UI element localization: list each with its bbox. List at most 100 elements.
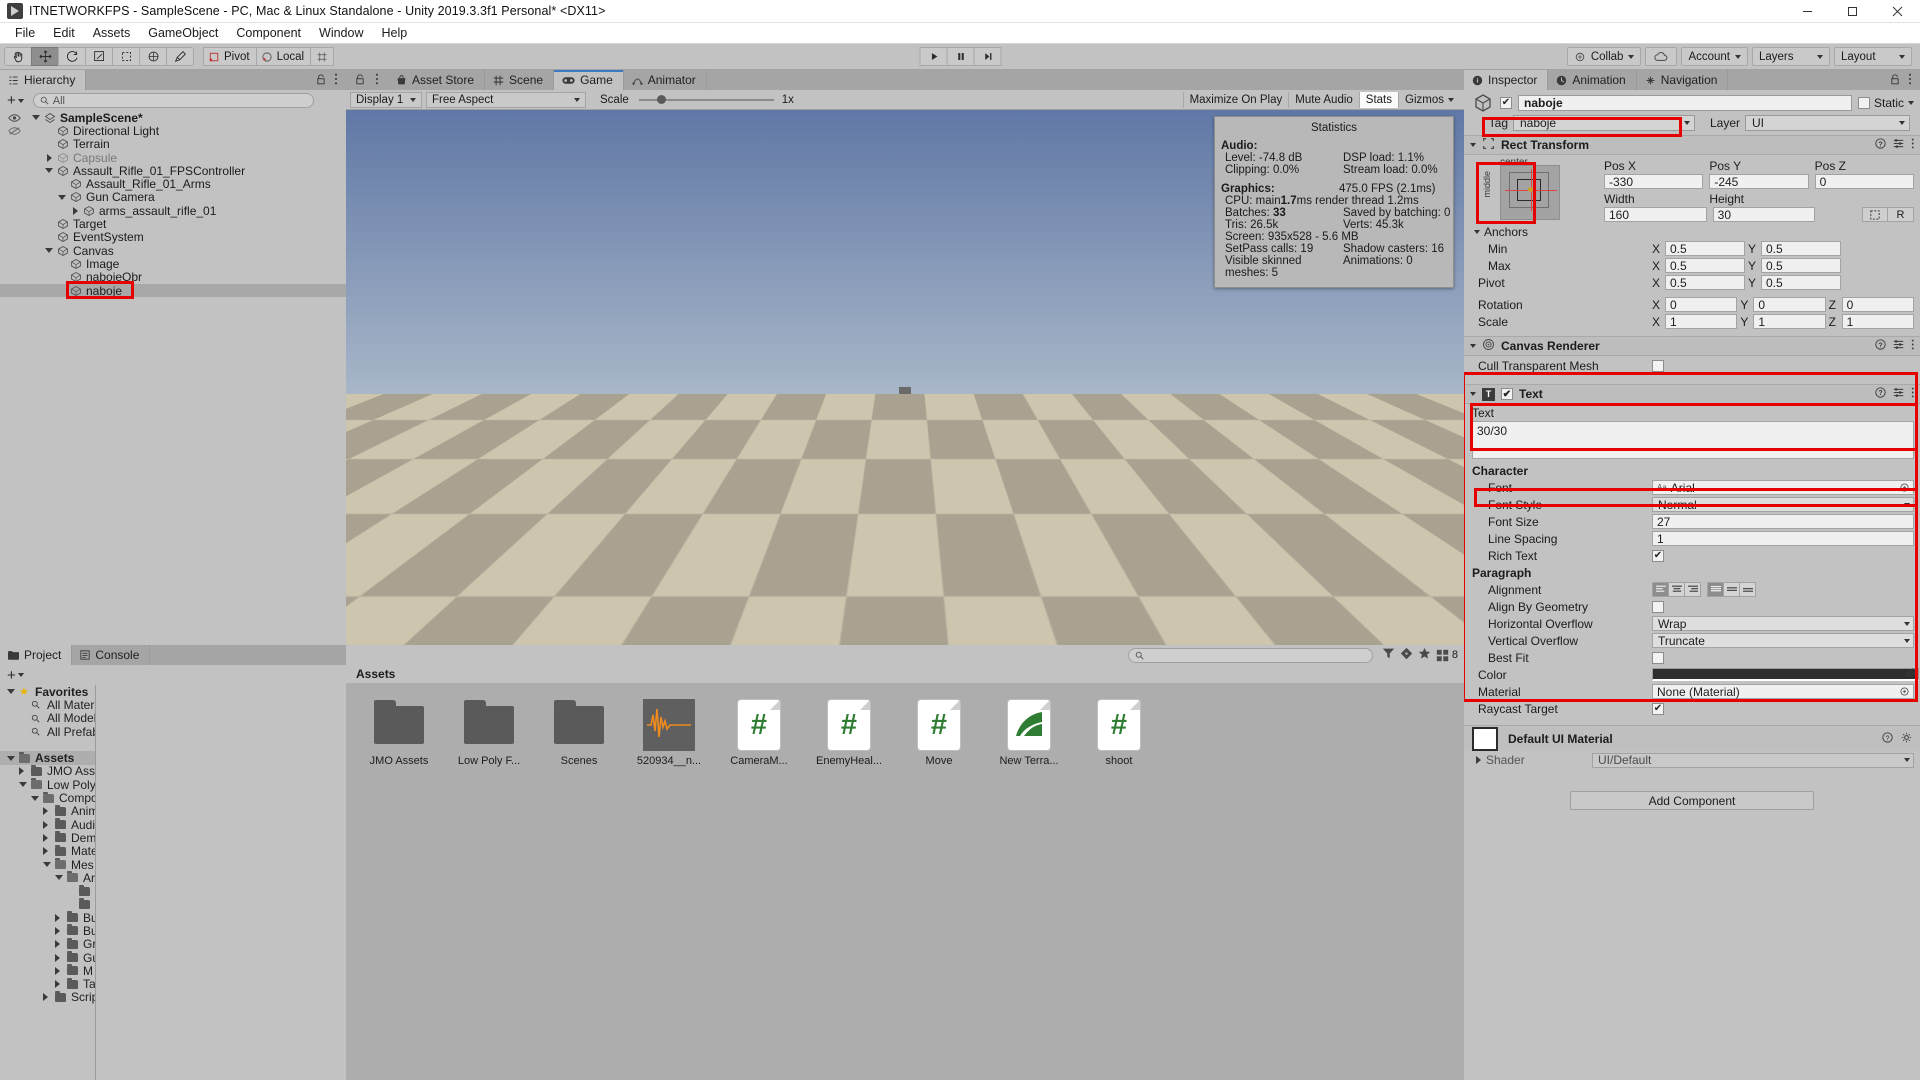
layout-button[interactable]: Layout	[1834, 47, 1912, 66]
static-toggle[interactable]: Static	[1858, 96, 1914, 110]
foldout-icon[interactable]	[43, 248, 55, 253]
foldout-icon[interactable]	[56, 195, 68, 200]
scale-y-input[interactable]: 1	[1753, 314, 1825, 329]
preset-icon[interactable]	[1893, 339, 1904, 353]
kebab-menu-icon[interactable]	[1911, 339, 1915, 353]
foldout-icon[interactable]	[69, 207, 81, 215]
project-search-input[interactable]	[1128, 648, 1373, 663]
project-tree-item-audi[interactable]: Audi	[0, 818, 95, 831]
add-component-button[interactable]: Add Component	[1570, 791, 1814, 810]
tab-game[interactable]: Game	[554, 70, 624, 90]
material-object-field[interactable]: None (Material)	[1652, 684, 1914, 699]
help-icon[interactable]: ?	[1875, 339, 1886, 353]
tag-dropdown[interactable]: naboje	[1513, 115, 1695, 131]
shader-dropdown[interactable]: UI/Default	[1592, 753, 1914, 768]
maximize-on-play-button[interactable]: Maximize On Play	[1183, 92, 1289, 108]
pos-z-input[interactable]: 0	[1815, 174, 1914, 189]
tab-project[interactable]: Project	[0, 645, 72, 665]
hierarchy-item-directional-light[interactable]: Directional Light	[0, 124, 346, 137]
font-size-input[interactable]: 27	[1652, 514, 1914, 529]
filter-by-label-icon[interactable]	[1400, 647, 1413, 663]
foldout-icon[interactable]	[43, 821, 52, 829]
asset-item[interactable]: Scenes	[548, 699, 610, 767]
tab-inspector[interactable]: Inspector	[1464, 70, 1548, 90]
asset-item[interactable]: Low Poly F...	[458, 699, 520, 767]
project-tree-item-gu[interactable]: Gu	[0, 951, 95, 964]
hierarchy-item-image[interactable]: Image	[0, 257, 346, 270]
foldout-icon[interactable]	[55, 980, 64, 988]
hierarchy-item-target[interactable]: Target	[0, 217, 346, 230]
canvas-renderer-header[interactable]: Canvas Renderer ?	[1464, 336, 1920, 356]
scale-x-input[interactable]: 1	[1665, 314, 1737, 329]
display-dropdown[interactable]: Display 1	[350, 92, 422, 108]
project-tree-item[interactable]	[0, 884, 95, 897]
best-fit-checkbox[interactable]	[1652, 652, 1664, 664]
eyedropper-icon[interactable]	[1905, 668, 1916, 682]
menu-component[interactable]: Component	[227, 23, 310, 44]
line-spacing-input[interactable]: 1	[1652, 531, 1914, 546]
lock-icon[interactable]	[1890, 73, 1900, 88]
scale-slider-knob[interactable]	[657, 95, 666, 104]
play-button[interactable]	[920, 47, 948, 66]
project-tree-item[interactable]	[0, 738, 95, 751]
project-folder-tree[interactable]: ★FavoritesAll MateriAll ModelAll PrefabA…	[0, 685, 96, 1080]
project-view-size-control[interactable]: 8	[1436, 649, 1458, 662]
object-picker-icon[interactable]	[1900, 685, 1909, 699]
foldout-icon[interactable]	[1474, 230, 1480, 234]
project-tree-item-favorites[interactable]: ★Favorites	[0, 685, 95, 698]
font-object-field[interactable]: Aa Arial	[1652, 480, 1914, 495]
align-right-button[interactable]	[1684, 582, 1701, 597]
foldout-icon[interactable]	[1476, 756, 1481, 764]
favorite-star-icon[interactable]	[1418, 647, 1431, 663]
help-icon[interactable]: ?	[1875, 138, 1886, 152]
project-tree-item-m[interactable]: M	[0, 964, 95, 977]
foldout-icon[interactable]	[1470, 344, 1476, 348]
preset-icon[interactable]	[1893, 387, 1904, 401]
foldout-icon[interactable]	[43, 168, 55, 173]
lock-icon[interactable]	[316, 73, 326, 88]
hierarchy-item-samplescene[interactable]: SampleScene*	[0, 111, 346, 124]
stats-button[interactable]: Stats	[1359, 92, 1398, 108]
gameobject-active-checkbox[interactable]: ✔	[1500, 97, 1512, 109]
hierarchy-item-nabojeobr[interactable]: nabojeObr	[0, 271, 346, 284]
project-tree-item-all-model[interactable]: All Model	[0, 712, 95, 725]
maximize-button[interactable]	[1830, 0, 1875, 22]
text-color-swatch[interactable]	[1652, 668, 1919, 681]
align-left-button[interactable]	[1652, 582, 1669, 597]
scale-z-input[interactable]: 1	[1842, 314, 1914, 329]
kebab-menu-icon[interactable]	[334, 73, 338, 88]
foldout-icon[interactable]	[43, 154, 55, 162]
cloud-button[interactable]	[1645, 47, 1677, 66]
create-gameobject-button[interactable]: +	[4, 92, 27, 109]
scale-tool-button[interactable]	[85, 47, 113, 66]
project-tree-item-mate[interactable]: Mate	[0, 845, 95, 858]
custom-tool-button[interactable]	[166, 47, 194, 66]
aspect-dropdown[interactable]: Free Aspect	[426, 92, 586, 108]
transform-tool-button[interactable]	[139, 47, 167, 66]
rect-tool-button[interactable]	[112, 47, 140, 66]
account-button[interactable]: Account	[1681, 47, 1748, 66]
rotation-z-input[interactable]: 0	[1842, 297, 1914, 312]
tab-navigation[interactable]: Navigation	[1637, 70, 1729, 90]
menu-window[interactable]: Window	[310, 23, 372, 44]
rotation-x-input[interactable]: 0	[1665, 297, 1737, 312]
kebab-menu-icon[interactable]	[375, 73, 379, 88]
foldout-icon[interactable]	[55, 954, 64, 962]
foldout-icon[interactable]	[1470, 392, 1476, 396]
project-tree-item-ta[interactable]: Ta	[0, 978, 95, 991]
project-tree-item-jmo-asse[interactable]: JMO Asse	[0, 765, 95, 778]
tab-animator[interactable]: Animator	[624, 70, 707, 90]
rotate-tool-button[interactable]	[58, 47, 86, 66]
menu-gameobject[interactable]: GameObject	[139, 23, 227, 44]
project-tree-item-dem[interactable]: Dem	[0, 831, 95, 844]
align-center-button[interactable]	[1668, 582, 1685, 597]
collab-button[interactable]: Collab	[1567, 47, 1642, 66]
preset-icon[interactable]	[1893, 138, 1904, 152]
hierarchy-item-eventsystem[interactable]: EventSystem	[0, 231, 346, 244]
hierarchy-search-input[interactable]: All	[33, 93, 314, 108]
scale-slider[interactable]	[639, 92, 774, 108]
asset-item[interactable]: #Move	[908, 699, 970, 767]
kebab-menu-icon[interactable]	[1908, 73, 1912, 88]
minimize-button[interactable]	[1785, 0, 1830, 22]
visibility-toggle-icon[interactable]	[0, 113, 30, 123]
